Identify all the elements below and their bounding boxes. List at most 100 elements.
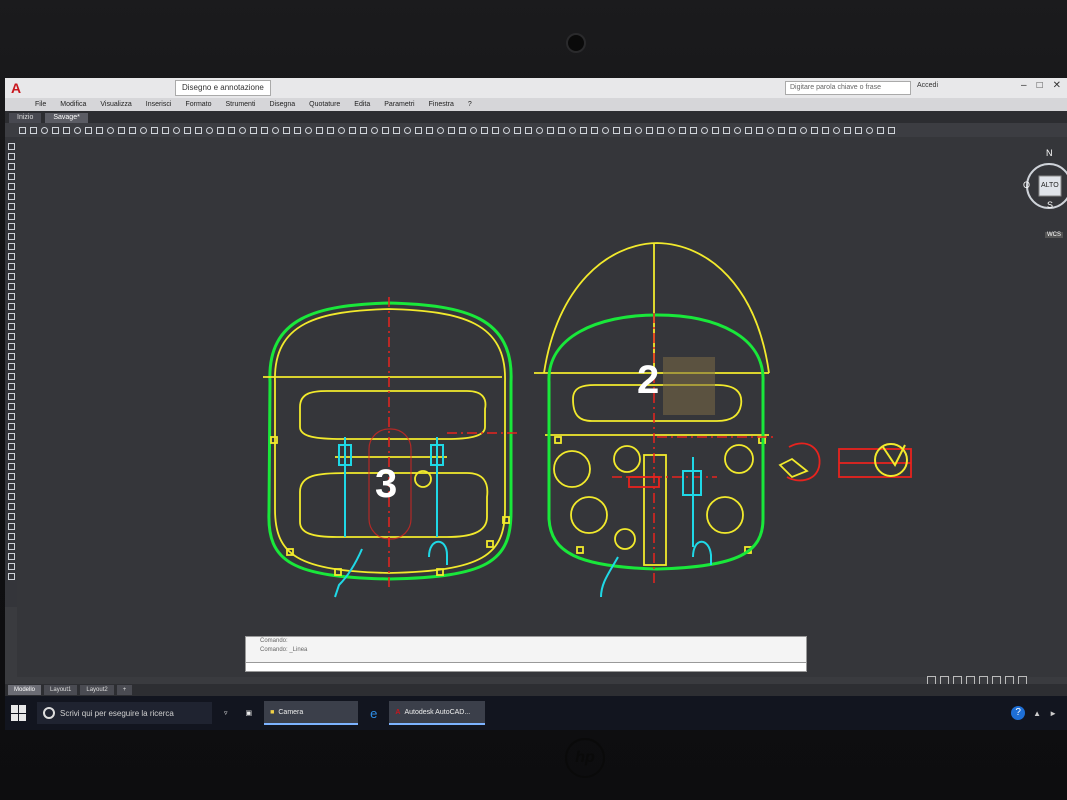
tool-icon[interactable] [426, 126, 433, 134]
tab-layout2[interactable]: Layout2 [80, 685, 114, 695]
tool-icon[interactable] [30, 126, 37, 134]
menu-strumenti[interactable]: Strumenti [226, 101, 256, 108]
taskbar-search[interactable]: Scrivi qui per eseguire la ricerca [37, 702, 212, 724]
tool-icon[interactable] [470, 126, 477, 134]
tool-icon[interactable] [85, 126, 92, 134]
tool-icon[interactable] [7, 483, 15, 490]
tool-icon[interactable] [7, 263, 15, 270]
tool-icon[interactable] [129, 126, 136, 134]
menu-parametri[interactable]: Parametri [384, 101, 414, 108]
help-icon[interactable]: ? [1011, 706, 1026, 720]
tool-icon[interactable] [822, 126, 829, 134]
tool-icon[interactable] [382, 126, 389, 134]
tool-icon[interactable] [7, 553, 15, 560]
tool-icon[interactable] [7, 153, 15, 160]
tool-icon[interactable] [7, 463, 15, 470]
search-input[interactable]: Digitare parola chiave o frase [785, 81, 911, 95]
tool-icon[interactable] [624, 126, 631, 134]
tool-icon[interactable] [7, 223, 15, 230]
tab-inizio[interactable]: Inizio [9, 113, 42, 123]
tool-icon[interactable] [107, 126, 114, 134]
tool-icon[interactable] [96, 126, 103, 134]
tool-icon[interactable] [855, 126, 862, 134]
tool-icon[interactable] [305, 126, 312, 134]
tool-icon[interactable] [7, 253, 15, 260]
tool-icon[interactable] [7, 513, 15, 520]
tool-icon[interactable] [734, 126, 741, 134]
tool-icon[interactable] [646, 126, 653, 134]
tool-icon[interactable] [151, 126, 158, 134]
tool-icon[interactable] [7, 183, 15, 190]
command-input[interactable] [245, 662, 807, 672]
maximize-button[interactable]: □ [1037, 80, 1043, 91]
tool-icon[interactable] [206, 126, 213, 134]
tool-icon[interactable] [7, 203, 15, 210]
tool-icon[interactable] [173, 126, 180, 134]
menu-formato[interactable]: Formato [185, 101, 211, 108]
tab-modello[interactable]: Modello [8, 685, 42, 695]
menu-edita[interactable]: Edita [354, 101, 370, 108]
tool-icon[interactable] [7, 523, 15, 530]
menu-modifica[interactable]: Modifica [60, 101, 86, 108]
tool-icon[interactable] [7, 393, 15, 400]
menu-inserisci[interactable]: Inserisci [146, 101, 172, 108]
tool-icon[interactable] [7, 273, 15, 280]
tool-icon[interactable] [239, 126, 246, 134]
tool-icon[interactable] [668, 126, 675, 134]
autocad-logo-icon[interactable]: A [7, 79, 25, 97]
tool-icon[interactable] [7, 233, 15, 240]
mic-icon[interactable]: ▿ [218, 701, 234, 725]
tool-icon[interactable] [7, 413, 15, 420]
tab-savage[interactable]: Savage* [45, 113, 88, 123]
tool-icon[interactable] [195, 126, 202, 134]
tool-icon[interactable] [19, 126, 26, 134]
tool-icon[interactable] [261, 126, 268, 134]
tool-icon[interactable] [327, 126, 334, 134]
signin-link[interactable]: Accedi [917, 82, 938, 89]
tool-icon[interactable] [7, 573, 15, 580]
tool-icon[interactable] [404, 126, 411, 134]
menu-file[interactable]: File [35, 101, 46, 108]
tool-icon[interactable] [547, 126, 554, 134]
tool-icon[interactable] [393, 126, 400, 134]
viewcube-west[interactable]: O [1023, 180, 1030, 190]
tool-icon[interactable] [657, 126, 664, 134]
tool-icon[interactable] [525, 126, 532, 134]
tool-icon[interactable] [833, 126, 840, 134]
tool-icon[interactable] [7, 533, 15, 540]
tool-icon[interactable] [7, 303, 15, 310]
tool-icon[interactable] [52, 126, 59, 134]
tool-icon[interactable] [7, 383, 15, 390]
tool-icon[interactable] [437, 126, 444, 134]
tool-icon[interactable] [371, 126, 378, 134]
tool-icon[interactable] [7, 433, 15, 440]
drawing-canvas[interactable]: 3 2 [17, 137, 1067, 677]
tool-icon[interactable] [7, 373, 15, 380]
tool-icon[interactable] [7, 193, 15, 200]
tool-icon[interactable] [7, 353, 15, 360]
tool-icon[interactable] [866, 126, 873, 134]
tool-icon[interactable] [712, 126, 719, 134]
tool-icon[interactable] [7, 323, 15, 330]
tool-icon[interactable] [338, 126, 345, 134]
windows-start-icon[interactable] [11, 705, 27, 721]
edge-icon[interactable]: e [364, 701, 383, 725]
tool-icon[interactable] [481, 126, 488, 134]
viewcube-face[interactable]: ALTO [1041, 182, 1059, 189]
minimize-button[interactable]: – [1021, 80, 1027, 91]
menu-disegna[interactable]: Disegna [269, 101, 295, 108]
tool-icon[interactable] [7, 343, 15, 350]
tool-icon[interactable] [591, 126, 598, 134]
task-view-icon[interactable]: ▣ [240, 701, 259, 725]
tool-icon[interactable] [558, 126, 565, 134]
tool-icon[interactable] [492, 126, 499, 134]
tool-icon[interactable] [7, 363, 15, 370]
tool-icon[interactable] [162, 126, 169, 134]
menu-visualizza[interactable]: Visualizza [100, 101, 131, 108]
tool-icon[interactable] [140, 126, 147, 134]
tool-icon[interactable] [602, 126, 609, 134]
tool-icon[interactable] [415, 126, 422, 134]
tool-icon[interactable] [7, 563, 15, 570]
tool-icon[interactable] [745, 126, 752, 134]
tool-icon[interactable] [7, 493, 15, 500]
